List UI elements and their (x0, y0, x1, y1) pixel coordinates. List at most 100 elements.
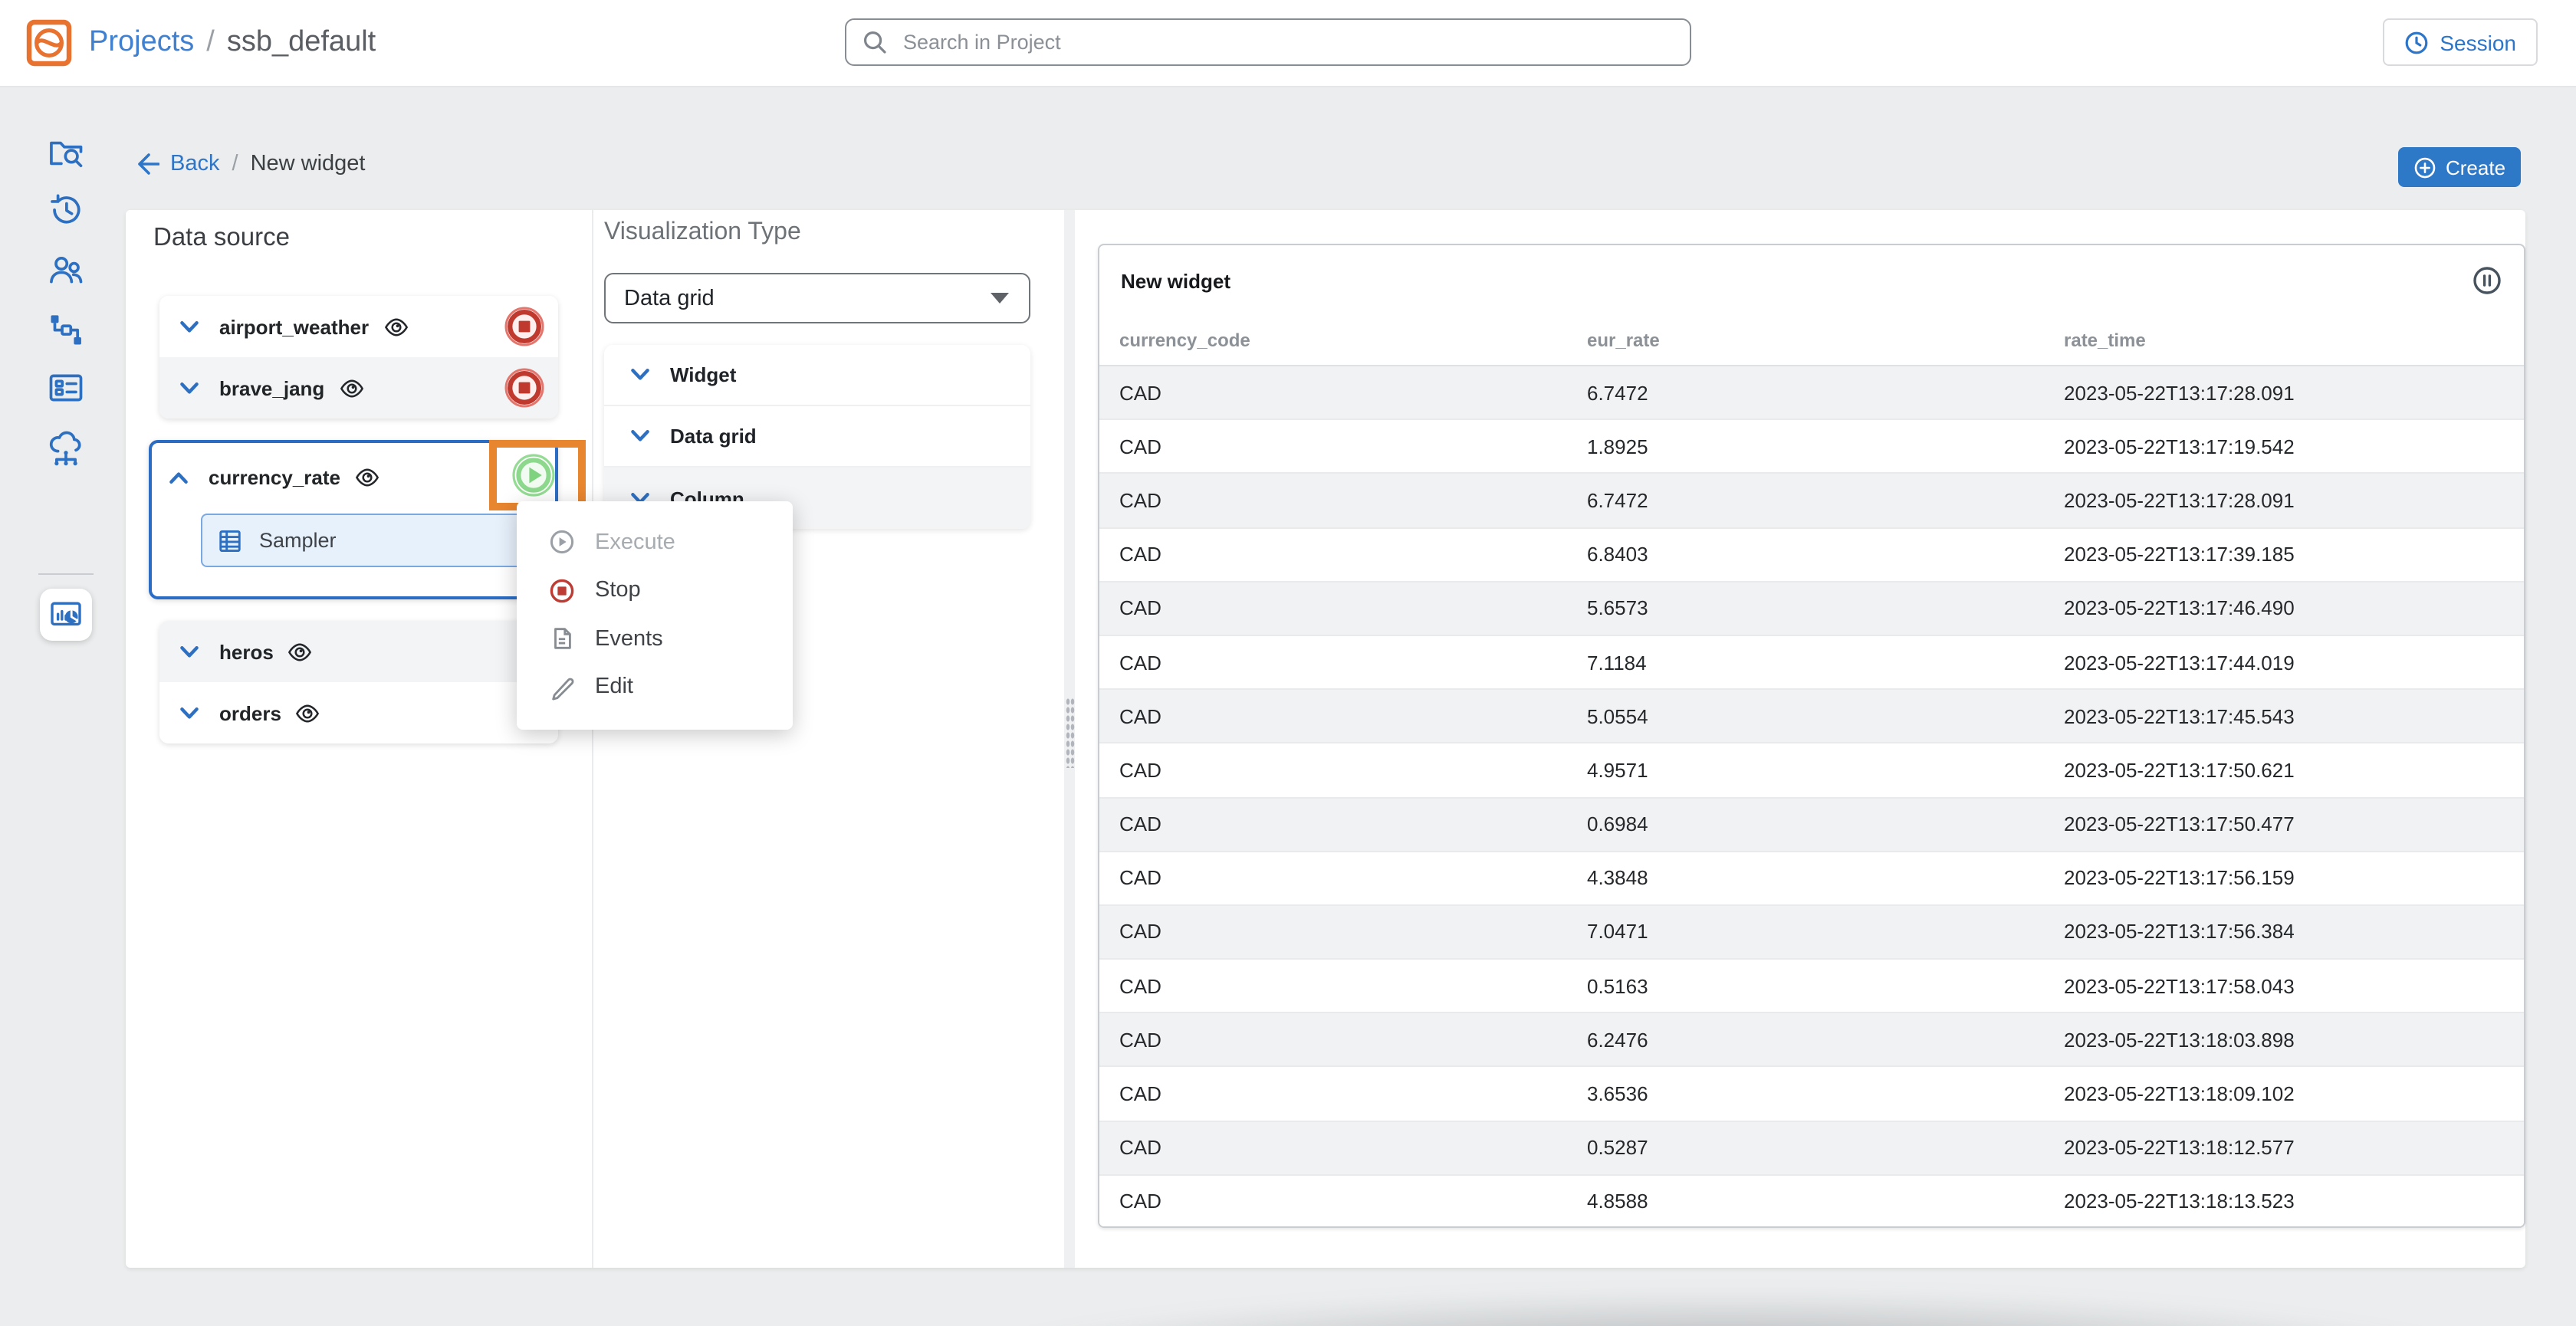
cell-rate-time: 2023-05-22T13:17:19.542 (2064, 435, 2524, 458)
eye-icon[interactable] (288, 638, 314, 665)
cell-currency-code: CAD (1119, 651, 1587, 674)
chevron-down-icon[interactable] (179, 381, 199, 395)
splitter-grip-icon[interactable] (1066, 697, 1075, 768)
context-menu-item[interactable]: Events (517, 615, 793, 663)
cell-currency-code: CAD (1119, 974, 1587, 997)
clock-icon (2404, 30, 2429, 54)
datasource-title: Data source (153, 224, 290, 253)
cell-currency-code: CAD (1119, 1190, 1587, 1213)
panel-divider (592, 210, 593, 1268)
cell-currency-code: CAD (1119, 1082, 1587, 1105)
chevron-down-icon[interactable] (630, 429, 650, 443)
datasource-name: currency_rate (209, 465, 340, 488)
projects-link[interactable]: Projects (89, 26, 194, 60)
table-row: CAD 7.0471 2023-05-22T13:17:56.384 (1099, 906, 2524, 960)
widgets-dashboard-tab-active[interactable] (40, 589, 92, 641)
cell-currency-code: CAD (1119, 489, 1587, 512)
context-menu-item[interactable]: Execute (517, 518, 793, 566)
stop-job-button[interactable] (504, 307, 544, 346)
pause-sampling-button[interactable] (2472, 265, 2502, 296)
project-search[interactable] (845, 18, 1691, 66)
chevron-down-icon[interactable] (179, 645, 199, 658)
breadcrumb: Projects / ssb_default (89, 0, 376, 86)
eye-icon[interactable] (295, 700, 321, 726)
flow-builder-icon[interactable] (46, 310, 86, 350)
plus-circle-icon (2413, 156, 2436, 179)
selected-visualization: Data grid (624, 286, 991, 310)
caret-down-icon (991, 293, 1009, 304)
stop-icon (549, 578, 575, 604)
viz-section-row[interactable]: Data grid (604, 406, 1030, 468)
cell-eur-rate: 6.7472 (1587, 381, 2064, 404)
widgets-chart-icon (48, 596, 84, 633)
chevron-down-icon[interactable] (179, 706, 199, 720)
eye-icon[interactable] (338, 375, 364, 401)
execute-icon (549, 530, 575, 556)
cell-currency-code: CAD (1119, 812, 1587, 835)
cell-rate-time: 2023-05-22T13:17:39.185 (2064, 543, 2524, 566)
project-explorer-icon[interactable] (46, 133, 86, 173)
context-menu-item[interactable]: Edit (517, 663, 793, 711)
top-header: Projects / ssb_default Session (0, 0, 2576, 87)
events-icon (549, 626, 575, 652)
stop-icon (504, 368, 544, 408)
table-row: CAD 4.8588 2023-05-22T13:18:13.523 (1099, 1176, 2524, 1228)
sampler-item[interactable]: Sampler (201, 514, 544, 567)
datasource-row[interactable]: brave_jang (159, 357, 558, 418)
cell-currency-code: CAD (1119, 867, 1587, 890)
datasource-row[interactable]: airport_weather (159, 296, 558, 357)
context-menu-label: Execute (595, 530, 675, 555)
eye-icon[interactable] (383, 313, 409, 340)
datasource-list: airport_weather brave_jang (159, 296, 558, 418)
cell-rate-time: 2023-05-22T13:17:28.091 (2064, 489, 2524, 512)
visualization-type-select[interactable]: Data grid (604, 273, 1030, 323)
table-row: CAD 7.1184 2023-05-22T13:17:44.019 (1099, 636, 2524, 690)
history-icon[interactable] (46, 190, 86, 230)
context-menu-item[interactable]: Stop (517, 566, 793, 615)
stop-job-button[interactable] (504, 368, 544, 408)
session-button[interactable]: Session (2383, 18, 2538, 66)
cell-eur-rate: 6.2476 (1587, 1029, 2064, 1052)
sampler-label: Sampler (259, 529, 337, 552)
create-button[interactable]: Create (2398, 147, 2521, 187)
widget-title: New widget (1121, 269, 2472, 292)
eye-icon[interactable] (354, 464, 380, 490)
cell-currency-code: CAD (1119, 759, 1587, 782)
app: Projects / ssb_default Session (0, 0, 2576, 1326)
pencil-icon (549, 674, 575, 701)
viz-section-row[interactable]: Widget (604, 345, 1030, 406)
table-row: CAD 6.8403 2023-05-22T13:17:39.185 (1099, 528, 2524, 582)
virtual-tables-icon[interactable] (46, 368, 86, 408)
cell-rate-time: 2023-05-22T13:17:44.019 (2064, 651, 2524, 674)
search-input[interactable] (900, 29, 1690, 55)
back-link[interactable]: Back (136, 152, 220, 176)
table-row: CAD 0.6984 2023-05-22T13:17:50.477 (1099, 798, 2524, 852)
cell-currency-code: CAD (1119, 381, 1587, 404)
cell-eur-rate: 6.8403 (1587, 543, 2064, 566)
cell-currency-code: CAD (1119, 597, 1587, 620)
job-context-menu: Execute Stop Events Edit (517, 501, 793, 730)
table-row: CAD 5.6573 2023-05-22T13:17:46.490 (1099, 583, 2524, 636)
stop-icon (504, 307, 544, 346)
breadcrumb-separator: / (206, 26, 215, 60)
table-row: CAD 6.7472 2023-05-22T13:17:28.091 (1099, 474, 2524, 528)
cell-rate-time: 2023-05-22T13:18:13.523 (2064, 1190, 2524, 1213)
datasource-row[interactable]: orders (159, 682, 558, 743)
datasource-name: airport_weather (219, 315, 369, 338)
chevron-down-icon[interactable] (630, 368, 650, 382)
users-icon[interactable] (46, 250, 86, 290)
column-header-currency-code: currency_code (1119, 330, 1587, 351)
viz-section-label: Data grid (670, 425, 757, 448)
chevron-down-icon[interactable] (179, 320, 199, 333)
cell-rate-time: 2023-05-22T13:17:58.043 (2064, 974, 2524, 997)
table-row: CAD 0.5287 2023-05-22T13:18:12.577 (1099, 1121, 2524, 1175)
data-sources-icon[interactable] (46, 429, 86, 469)
cell-rate-time: 2023-05-22T13:17:28.091 (2064, 381, 2524, 404)
cell-eur-rate: 7.0471 (1587, 921, 2064, 944)
table-icon (216, 527, 244, 554)
datasource-row[interactable]: heros (159, 621, 558, 682)
cell-currency-code: CAD (1119, 1136, 1587, 1159)
table-row: CAD 5.0554 2023-05-22T13:17:45.543 (1099, 690, 2524, 743)
chevron-up-icon[interactable] (169, 470, 189, 484)
cell-eur-rate: 4.9571 (1587, 759, 2064, 782)
